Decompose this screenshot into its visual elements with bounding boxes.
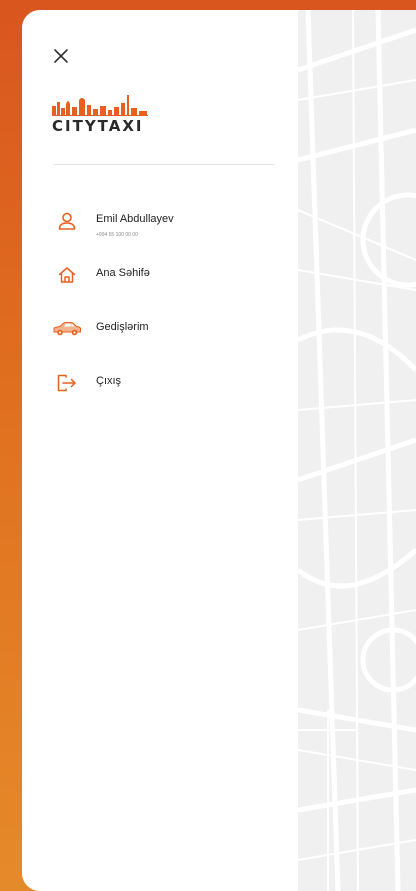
menu-item-label: Gedişlərim: [96, 321, 149, 333]
logout-icon: [52, 372, 82, 394]
profile-item[interactable]: Emil Abdullayev +994 55 100 00 00: [52, 210, 292, 264]
close-button[interactable]: [52, 47, 70, 65]
menu-item-label: Çıxış: [96, 375, 122, 387]
menu-item-label: Ana Səhifə: [96, 267, 150, 279]
skyline-logo-icon: [52, 95, 148, 116]
car-icon: [52, 318, 82, 340]
user-name: Emil Abdullayev: [96, 213, 174, 225]
menu-item-logout[interactable]: Çıxış: [52, 372, 292, 426]
divider: [54, 164, 274, 165]
app-window: CITYTAXI Emil Abdullayev +994 55 100 00 …: [22, 10, 416, 891]
user-phone: +994 55 100 00 00: [96, 232, 138, 238]
close-icon: [54, 49, 68, 63]
drawer-menu: Emil Abdullayev +994 55 100 00 00 Ana Sə…: [52, 210, 292, 426]
side-drawer: CITYTAXI Emil Abdullayev +994 55 100 00 …: [22, 10, 298, 891]
logo-text: CITYTAXI: [52, 117, 144, 135]
menu-item-trips[interactable]: Gedişlərim: [52, 318, 292, 372]
map-view[interactable]: [298, 10, 416, 891]
citytaxi-logo: CITYTAXI: [52, 94, 162, 144]
user-icon: [52, 210, 82, 232]
menu-item-home[interactable]: Ana Səhifə: [52, 264, 292, 318]
home-icon: [52, 264, 82, 286]
map-background: [298, 10, 416, 891]
